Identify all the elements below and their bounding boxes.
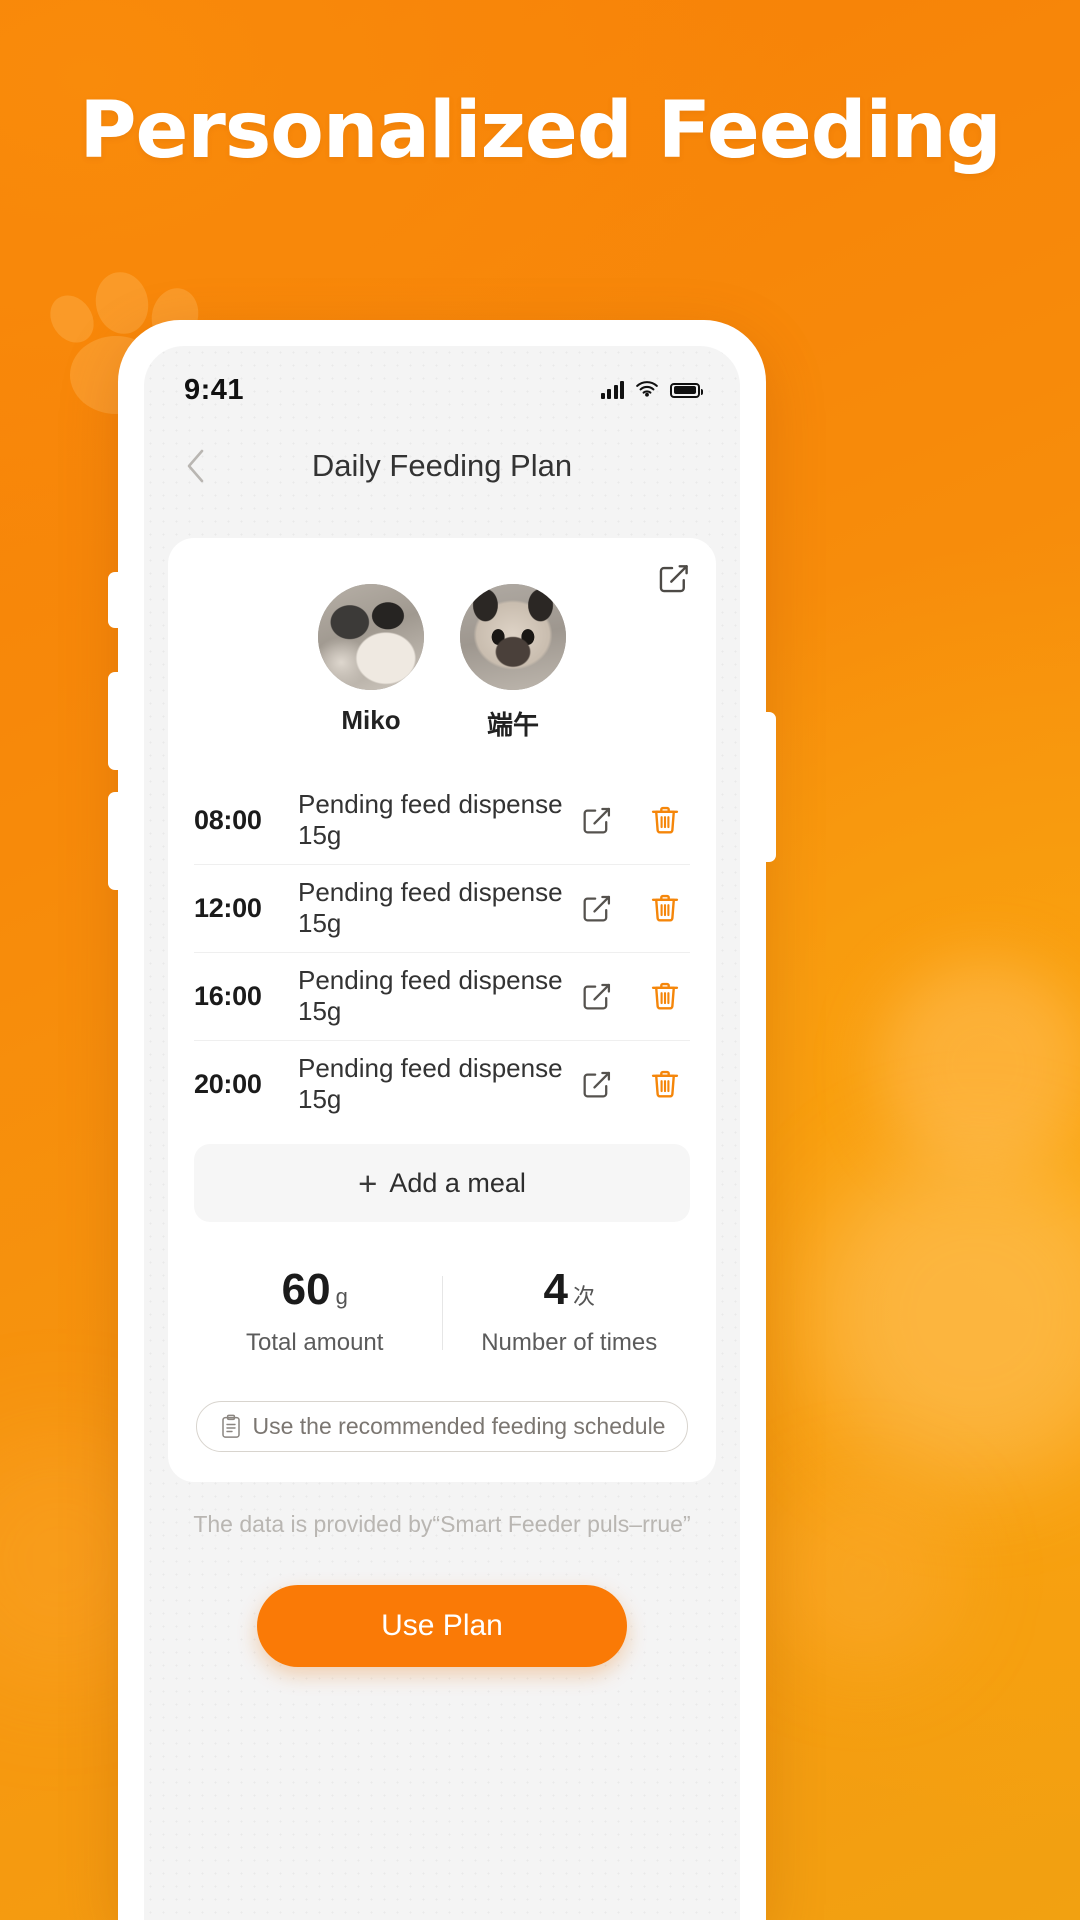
summary-stats: 60 g Total amount 4次 Number of times <box>168 1268 716 1357</box>
trash-icon[interactable] <box>648 891 682 925</box>
edit-square-icon <box>659 565 688 593</box>
meal-actions <box>580 1067 682 1101</box>
back-button[interactable] <box>174 444 218 488</box>
status-bar-icons <box>600 381 703 399</box>
chevron-left-icon <box>187 449 204 483</box>
meal-description: Pending feed dispense 15g <box>298 965 563 1026</box>
meal-time: 08:00 <box>194 804 262 835</box>
add-meal-button[interactable]: + Add a meal <box>194 1144 690 1222</box>
nav-title: Daily Feeding Plan <box>311 448 573 483</box>
trash-icon[interactable] <box>648 979 682 1013</box>
nav-bar: Daily Feeding Plan <box>144 430 740 502</box>
card-edit-button[interactable] <box>656 560 692 596</box>
phone-screen: 9:41 Daily Feeding Plan Miko 端午 08:00 Pe… <box>144 346 740 1920</box>
stat-total-amount: 60 g Total amount <box>188 1268 442 1357</box>
meal-row: 12:00 Pending feed dispense 15g <box>194 864 690 952</box>
phone-button-volume-down <box>108 792 122 890</box>
stat-label: Number of times <box>481 1329 658 1356</box>
phone-button-power <box>762 712 776 862</box>
meal-row: 20:00 Pending feed dispense 15g <box>194 1040 690 1128</box>
stat-number-of-times: 4次 Number of times <box>443 1268 697 1357</box>
pet-item[interactable]: Miko <box>318 584 424 742</box>
edit-square-icon[interactable] <box>580 979 614 1013</box>
trash-icon[interactable] <box>648 1067 682 1101</box>
pet-item[interactable]: 端午 <box>460 584 566 742</box>
stat-number: 60 <box>281 1265 331 1314</box>
pet-name: 端午 <box>486 710 539 740</box>
stat-label: Total amount <box>246 1329 384 1356</box>
meal-row: 08:00 Pending feed dispense 15g <box>194 776 690 864</box>
use-plan-button[interactable]: Use Plan <box>257 1585 627 1667</box>
meal-time: 16:00 <box>194 980 262 1011</box>
cat-avatar-miko <box>318 584 424 690</box>
edit-square-icon[interactable] <box>580 891 614 925</box>
meal-time: 12:00 <box>194 892 262 923</box>
stat-number: 4 <box>543 1265 568 1314</box>
data-source-note: The data is provided by“Smart Feeder pul… <box>193 1511 691 1537</box>
feeding-plan-card: Miko 端午 08:00 Pending feed dispense 15g <box>168 538 716 1482</box>
meal-time: 20:00 <box>194 1068 262 1099</box>
cellular-signal-icon <box>600 381 624 399</box>
meal-list: 08:00 Pending feed dispense 15g 12:00 Pe… <box>168 776 716 1128</box>
wifi-icon <box>636 381 658 397</box>
stat-unit: g <box>335 1284 348 1309</box>
add-meal-label: Add a meal <box>389 1167 526 1198</box>
cat-avatar-duanwu <box>460 584 566 690</box>
status-bar-clock: 9:41 <box>184 373 245 406</box>
stat-value: 60 g <box>188 1268 442 1312</box>
meal-actions <box>580 979 682 1013</box>
phone-mockup: 9:41 Daily Feeding Plan Miko 端午 08:00 Pe… <box>108 320 776 1920</box>
edit-square-icon[interactable] <box>580 803 614 837</box>
plus-icon: + <box>358 1164 378 1202</box>
edit-square-icon[interactable] <box>580 1067 614 1101</box>
stat-value: 4次 <box>443 1268 697 1312</box>
meal-actions <box>580 891 682 925</box>
pet-selector: Miko 端午 <box>168 584 716 742</box>
meal-row: 16:00 Pending feed dispense 15g <box>194 952 690 1040</box>
phone-button-silent <box>108 572 122 628</box>
trash-icon[interactable] <box>648 803 682 837</box>
avatar <box>460 584 566 690</box>
pet-name: Miko <box>341 705 401 735</box>
meal-description: Pending feed dispense 15g <box>298 877 563 938</box>
page-title: Personalized Feeding <box>79 86 1001 176</box>
battery-icon <box>670 382 703 398</box>
stat-unit: 次 <box>572 1284 595 1309</box>
meal-actions <box>580 803 682 837</box>
meal-description: Pending feed dispense 15g <box>298 1053 563 1114</box>
avatar <box>318 584 424 690</box>
status-bar: 9:41 <box>144 368 740 412</box>
clipboard-icon <box>221 1414 240 1438</box>
meal-description: Pending feed dispense 15g <box>298 789 563 850</box>
use-recommended-schedule-button[interactable]: Use the recommended feeding schedule <box>195 1401 689 1452</box>
phone-button-volume-up <box>108 672 122 770</box>
use-recommended-schedule-label: Use the recommended feeding schedule <box>252 1413 666 1439</box>
